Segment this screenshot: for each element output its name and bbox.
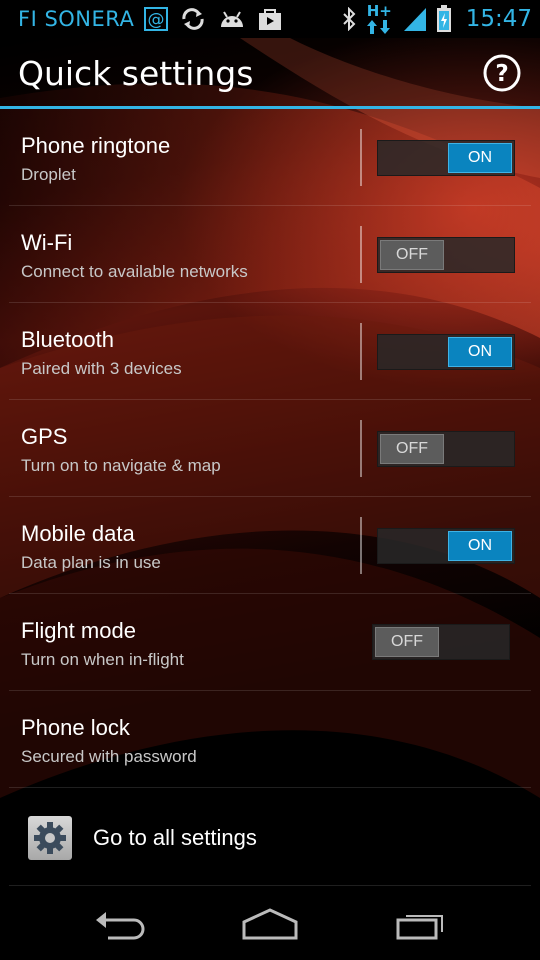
setting-subtitle: Turn on to navigate & map (21, 456, 221, 475)
toggle-thumb-off: OFF (380, 240, 444, 270)
setting-phone-ringtone[interactable]: Phone ringtone Droplet ON (9, 109, 531, 206)
setting-wifi[interactable]: Wi-Fi Connect to available networks OFF (9, 206, 531, 303)
svg-text:@: @ (148, 10, 165, 30)
setting-flight-mode[interactable]: Flight mode Turn on when in-flight OFF (9, 594, 531, 691)
sync-icon (180, 8, 206, 30)
clock: 15:47 (465, 6, 532, 32)
navigation-bar (0, 886, 540, 960)
ringtone-toggle[interactable]: ON (377, 140, 515, 176)
shop-bag-icon (258, 7, 282, 31)
all-settings-label: Go to all settings (93, 825, 257, 850)
all-settings-button[interactable]: Go to all settings (9, 789, 531, 886)
home-button[interactable] (240, 906, 300, 942)
home-icon (242, 908, 298, 940)
toggle-thumb-on: ON (448, 143, 512, 173)
at-sign-icon: @ (144, 7, 169, 31)
mobile-data-toggle[interactable]: ON (377, 528, 515, 564)
setting-subtitle: Turn on when in-flight (21, 650, 184, 669)
help-button[interactable]: ? (482, 53, 522, 93)
bluetooth-icon (340, 7, 358, 31)
vertical-divider (360, 226, 362, 283)
bluetooth-toggle[interactable]: ON (377, 334, 515, 370)
carrier-name: FI SONERA (18, 7, 135, 31)
header: Quick settings ? (0, 38, 540, 108)
setting-mobile-data[interactable]: Mobile data Data plan is in use ON (9, 497, 531, 594)
toggle-thumb-off: OFF (375, 627, 439, 657)
recent-apps-button[interactable] (392, 906, 452, 942)
setting-title: Flight mode (21, 618, 136, 643)
setting-gps[interactable]: GPS Turn on to navigate & map OFF (9, 400, 531, 497)
setting-phone-lock[interactable]: Phone lock Secured with password (9, 691, 531, 788)
back-button[interactable] (90, 906, 150, 942)
setting-title: Mobile data (21, 521, 135, 546)
vertical-divider (360, 129, 362, 186)
page-title: Quick settings (18, 53, 254, 93)
setting-subtitle: Data plan is in use (21, 553, 161, 572)
toggle-thumb-on: ON (448, 531, 512, 561)
setting-subtitle: Connect to available networks (21, 262, 248, 281)
help-icon-label: ? (495, 61, 508, 87)
signal-icon (402, 6, 428, 32)
setting-subtitle: Secured with password (21, 747, 197, 766)
setting-subtitle: Droplet (21, 165, 76, 184)
vertical-divider (360, 323, 362, 380)
status-bar: FI SONERA @ H+ 15:47 (0, 0, 540, 38)
back-icon (96, 912, 145, 940)
gear-icon (28, 816, 72, 860)
setting-subtitle: Paired with 3 devices (21, 359, 182, 378)
toggle-thumb-on: ON (448, 337, 512, 367)
wifi-toggle[interactable]: OFF (377, 237, 515, 273)
vertical-divider (360, 420, 362, 477)
battery-icon (436, 5, 452, 33)
settings-list: Phone ringtone Droplet ON Wi-Fi Connect … (0, 109, 540, 788)
gps-toggle[interactable]: OFF (377, 431, 515, 467)
setting-title: Phone lock (21, 715, 130, 740)
vertical-divider (360, 517, 362, 574)
setting-title: Wi-Fi (21, 230, 73, 255)
setting-title: GPS (21, 424, 68, 449)
recent-apps-icon (396, 915, 443, 940)
data-arrows-icon: H+ (366, 2, 394, 34)
network-type-label: H+ (366, 2, 392, 20)
help-icon: ? (483, 54, 521, 92)
toggle-thumb-off: OFF (380, 434, 444, 464)
android-icon (218, 9, 246, 29)
setting-title: Bluetooth (21, 327, 114, 352)
setting-bluetooth[interactable]: Bluetooth Paired with 3 devices ON (9, 303, 531, 400)
flight-mode-toggle[interactable]: OFF (372, 624, 510, 660)
setting-title: Phone ringtone (21, 133, 171, 158)
